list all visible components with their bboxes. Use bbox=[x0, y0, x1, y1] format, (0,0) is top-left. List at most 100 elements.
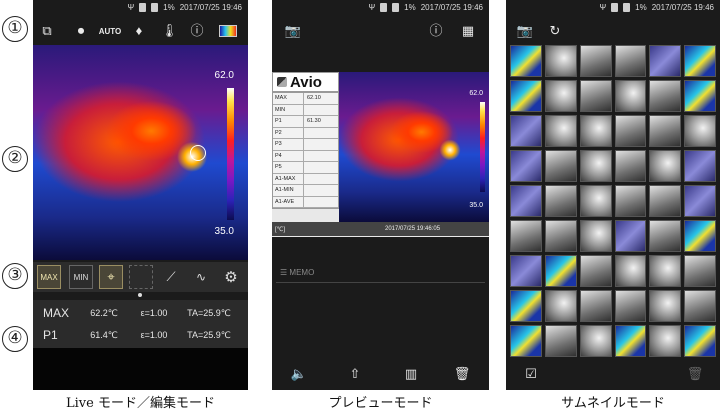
thumbnail[interactable] bbox=[649, 325, 682, 357]
max-tool-button[interactable]: MAX bbox=[37, 265, 61, 289]
thumbnail[interactable] bbox=[684, 220, 716, 252]
thumbnail[interactable] bbox=[614, 325, 647, 357]
thumbnail[interactable] bbox=[579, 150, 612, 182]
thumbnail[interactable] bbox=[544, 220, 577, 252]
line-tool-button[interactable]: ⟋ bbox=[159, 265, 183, 289]
thumbnail[interactable] bbox=[544, 185, 577, 217]
thumbnail[interactable] bbox=[614, 290, 647, 322]
thumbnail[interactable] bbox=[579, 255, 612, 287]
thumbnail[interactable] bbox=[510, 325, 542, 357]
thumbnail[interactable] bbox=[614, 80, 647, 112]
thumbnail[interactable] bbox=[579, 290, 612, 322]
thumbnail[interactable] bbox=[684, 115, 716, 147]
alarm-icon[interactable]: ♦ bbox=[131, 23, 147, 39]
thumbnail[interactable] bbox=[614, 185, 647, 217]
thumbnail[interactable] bbox=[544, 255, 577, 287]
table-row: A1-MIN bbox=[273, 185, 338, 197]
thumbnail[interactable] bbox=[614, 115, 647, 147]
memo-field[interactable]: ☰ MEMO bbox=[280, 268, 314, 277]
thumbnail[interactable] bbox=[614, 45, 647, 77]
table-row: P2 bbox=[273, 127, 338, 139]
thumbnail[interactable] bbox=[649, 115, 682, 147]
trash-icon[interactable]: 🗑 bbox=[453, 366, 471, 382]
preview-thermal-image[interactable] bbox=[339, 72, 489, 222]
thumbnail[interactable] bbox=[544, 150, 577, 182]
thumbnail[interactable] bbox=[579, 185, 612, 217]
live-mode-screen: Ψ 1% 2017/07/25 19:46 ⧉ ⏺ AUTO ♦ 🌡 ⓘ 62.… bbox=[33, 0, 248, 390]
thumbnail[interactable] bbox=[649, 185, 682, 217]
export-icon[interactable]: ⇧ bbox=[346, 366, 364, 382]
crosshair-tool-button[interactable]: ⌖ bbox=[99, 265, 123, 289]
thumbnail[interactable] bbox=[510, 290, 542, 322]
auto-range-button[interactable]: AUTO bbox=[97, 24, 123, 40]
thumbnail[interactable] bbox=[510, 150, 542, 182]
min-tool-button[interactable]: MIN bbox=[69, 265, 93, 289]
profile-tool-button[interactable]: ∿ bbox=[189, 265, 213, 289]
thumbnail[interactable] bbox=[544, 290, 577, 322]
thumbnail[interactable] bbox=[510, 185, 542, 217]
thumbnail[interactable] bbox=[510, 80, 542, 112]
thumbnail[interactable] bbox=[649, 80, 682, 112]
table-key: A1-AVE bbox=[273, 196, 304, 207]
marker-1: ① bbox=[2, 16, 28, 42]
usb-icon: Ψ bbox=[127, 3, 135, 12]
record-icon[interactable]: ⏺ bbox=[73, 23, 89, 39]
thumbnail[interactable] bbox=[510, 115, 542, 147]
thumbnail-mode-caption: サムネイルモード bbox=[561, 396, 665, 410]
settings-button[interactable]: ⚙ bbox=[219, 265, 243, 289]
select-checkbox-icon[interactable]: ☑ bbox=[522, 366, 540, 382]
thumbnail-mode-screen: Ψ 1% 2017/07/25 19:46 📷 ↻ ☑ 🗑 bbox=[506, 0, 720, 390]
capture-timestamp: 2017/07/25 19:46:05 bbox=[385, 226, 441, 232]
thumbnail[interactable] bbox=[579, 80, 612, 112]
thumbnail[interactable] bbox=[579, 220, 612, 252]
camera-icon[interactable]: 📷 bbox=[516, 23, 534, 39]
camera-icon[interactable]: 📷 bbox=[284, 23, 302, 39]
thumbnail[interactable] bbox=[684, 45, 716, 77]
thermometer-icon[interactable]: 🌡 bbox=[161, 23, 178, 39]
area-tool-button[interactable] bbox=[129, 265, 153, 289]
thumbnail[interactable] bbox=[579, 115, 612, 147]
thumbnail[interactable] bbox=[510, 45, 542, 77]
refresh-icon[interactable]: ↻ bbox=[546, 23, 564, 39]
thumbnail[interactable] bbox=[649, 150, 682, 182]
temperature-readout: MAX 62.2℃ ε=1.00 TA=25.9℃ P1 61.4℃ ε=1.0… bbox=[33, 300, 248, 348]
info-icon[interactable]: ⓘ bbox=[189, 23, 205, 39]
thumbnail[interactable] bbox=[684, 290, 716, 322]
thumbnail[interactable] bbox=[649, 255, 682, 287]
thumbnail[interactable] bbox=[684, 255, 716, 287]
thumbnail[interactable] bbox=[579, 45, 612, 77]
thumbnail[interactable] bbox=[510, 255, 542, 287]
thumbnail[interactable] bbox=[544, 115, 577, 147]
table-row: P5 bbox=[273, 162, 338, 174]
thumbnail-grid bbox=[510, 45, 716, 357]
thumbnail[interactable] bbox=[614, 150, 647, 182]
thumbnail[interactable] bbox=[544, 80, 577, 112]
thumbnail[interactable] bbox=[684, 150, 716, 182]
thumbnail[interactable] bbox=[579, 325, 612, 357]
trash-icon[interactable]: 🗑 bbox=[686, 366, 704, 382]
edit-icon[interactable]: ▥ bbox=[402, 366, 420, 382]
preview-mode-screen: Ψ 1% 2017/07/25 19:46 📷 ⓘ ▦ Avio MAX 62.1… bbox=[272, 0, 489, 390]
thumbnail[interactable] bbox=[614, 255, 647, 287]
thumbnail[interactable] bbox=[649, 220, 682, 252]
thumbnail[interactable] bbox=[684, 185, 716, 217]
thumbnail[interactable] bbox=[510, 220, 542, 252]
table-key: P5 bbox=[273, 162, 304, 173]
thumbnail[interactable] bbox=[544, 45, 577, 77]
speaker-icon[interactable]: 🔈 bbox=[290, 366, 308, 382]
info-icon[interactable]: ⓘ bbox=[428, 23, 444, 39]
palette-icon[interactable] bbox=[219, 25, 237, 37]
thumbnail[interactable] bbox=[684, 80, 716, 112]
scale-max-label: 62.0 bbox=[469, 90, 483, 97]
thumbnail[interactable] bbox=[649, 290, 682, 322]
table-row: A1-MAX bbox=[273, 173, 338, 185]
thumbnail[interactable] bbox=[649, 45, 682, 77]
copy-icon[interactable]: ⧉ bbox=[39, 23, 55, 39]
measurement-toolbar: MAX MIN ⌖ ⟋ ∿ ⚙ bbox=[33, 262, 248, 292]
thumbnail[interactable] bbox=[544, 325, 577, 357]
scale-min-label: 35.0 bbox=[214, 226, 234, 237]
thumbnail[interactable] bbox=[684, 325, 716, 357]
thumbnail[interactable] bbox=[614, 220, 647, 252]
grid-view-icon[interactable]: ▦ bbox=[460, 23, 476, 39]
usb-icon: Ψ bbox=[599, 3, 607, 12]
